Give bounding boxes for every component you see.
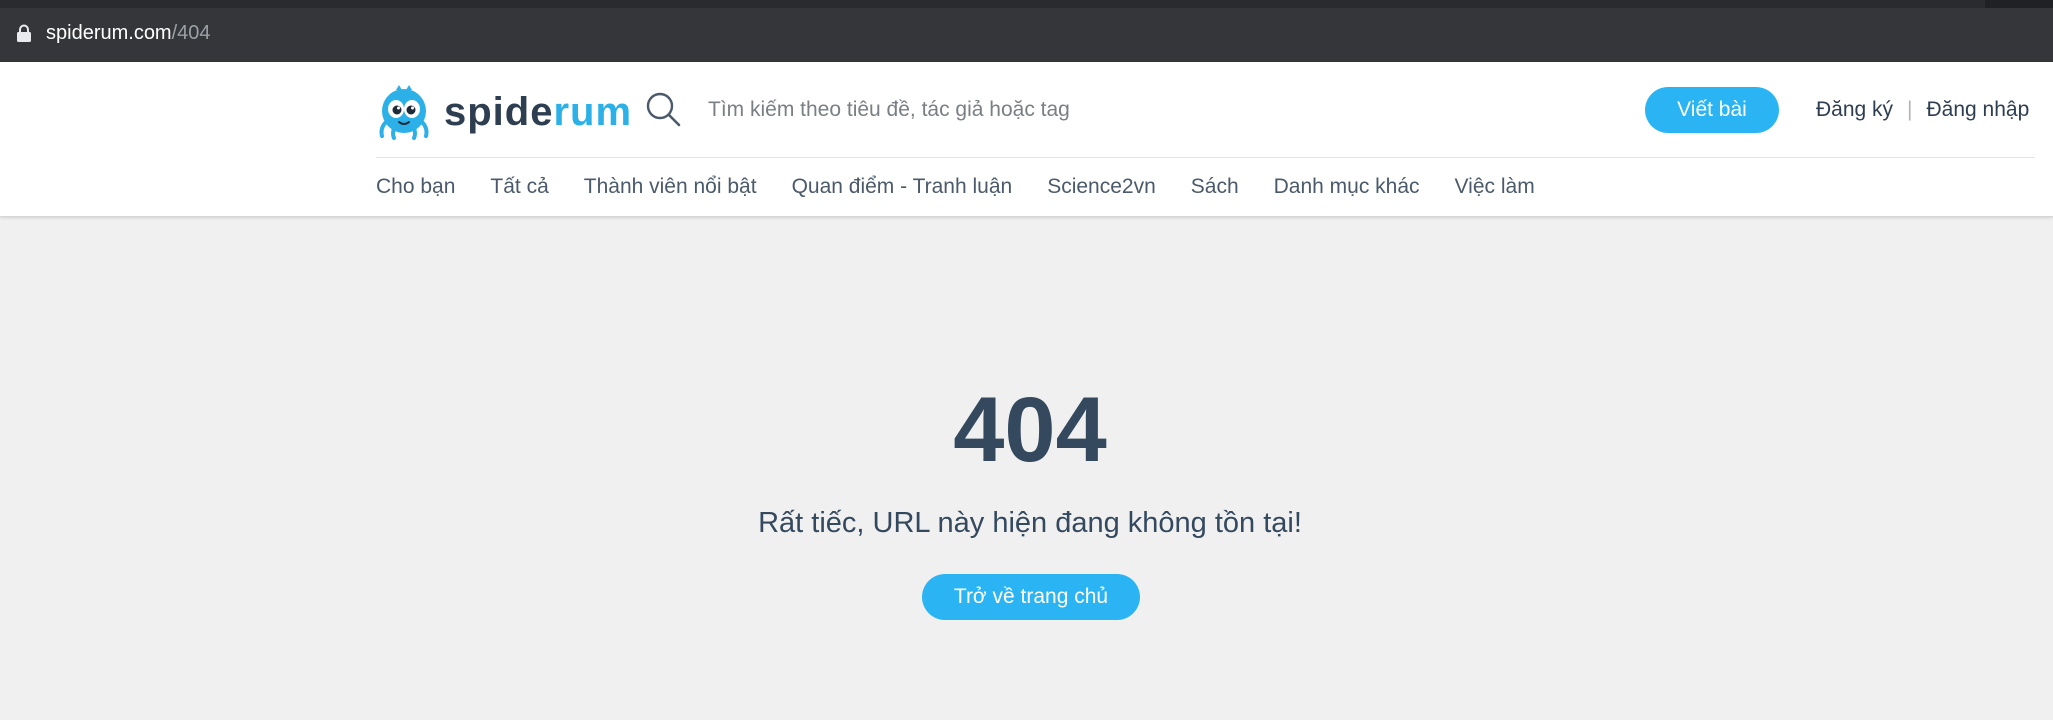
login-link[interactable]: Đăng nhập: [1927, 96, 2030, 124]
address-bar-url[interactable]: spiderum.com/404: [46, 21, 211, 45]
back-to-home-button[interactable]: Trở về trang chủ: [922, 574, 1140, 620]
logo-wordmark: spiderum: [444, 82, 632, 142]
nav-item-tat-ca[interactable]: Tất cả: [490, 172, 548, 202]
category-nav: Cho bạn Tất cả Thành viên nổi bật Quan đ…: [376, 172, 1570, 202]
spider-mascot-icon: [379, 85, 429, 140]
logo-text-dark: spide: [444, 90, 554, 134]
nav-item-science2vn[interactable]: Science2vn: [1047, 172, 1156, 202]
site-logo[interactable]: spiderum: [376, 82, 632, 142]
write-post-button[interactable]: Viết bài: [1645, 87, 1779, 133]
nav-item-thanh-vien-noi-bat[interactable]: Thành viên nổi bật: [584, 172, 757, 202]
auth-separator: |: [1907, 98, 1913, 121]
browser-address-bar: spiderum.com/404: [0, 0, 2053, 62]
error-message: Rất tiếc, URL này hiện đang không tồn tạ…: [758, 507, 1302, 539]
url-host: spiderum.com: [46, 22, 172, 44]
nav-item-danh-muc-khac[interactable]: Danh mục khác: [1274, 172, 1420, 202]
register-link[interactable]: Đăng ký: [1816, 96, 1893, 124]
site-header: spiderum Viết bài Đăng ký | Đăng nhập Ch…: [0, 62, 2053, 217]
logo-text-accent: rum: [553, 90, 633, 134]
nav-item-cho-ban[interactable]: Cho bạn: [376, 172, 455, 202]
browser-tab-edge: [0, 0, 1985, 8]
url-path: /404: [171, 22, 211, 44]
header-divider: [376, 157, 2035, 158]
nav-item-quan-diem-tranh-luan[interactable]: Quan điểm - Tranh luận: [792, 172, 1013, 202]
search-input[interactable]: [708, 92, 1508, 128]
nav-item-sach[interactable]: Sách: [1191, 172, 1239, 202]
lock-icon[interactable]: [16, 24, 32, 42]
search-icon[interactable]: [644, 90, 682, 128]
auth-links: Đăng ký | Đăng nhập: [1816, 96, 2029, 124]
nav-item-viec-lam[interactable]: Việc làm: [1455, 172, 1535, 202]
error-code: 404: [953, 379, 1107, 481]
browser-tabstrip: [0, 0, 2053, 8]
